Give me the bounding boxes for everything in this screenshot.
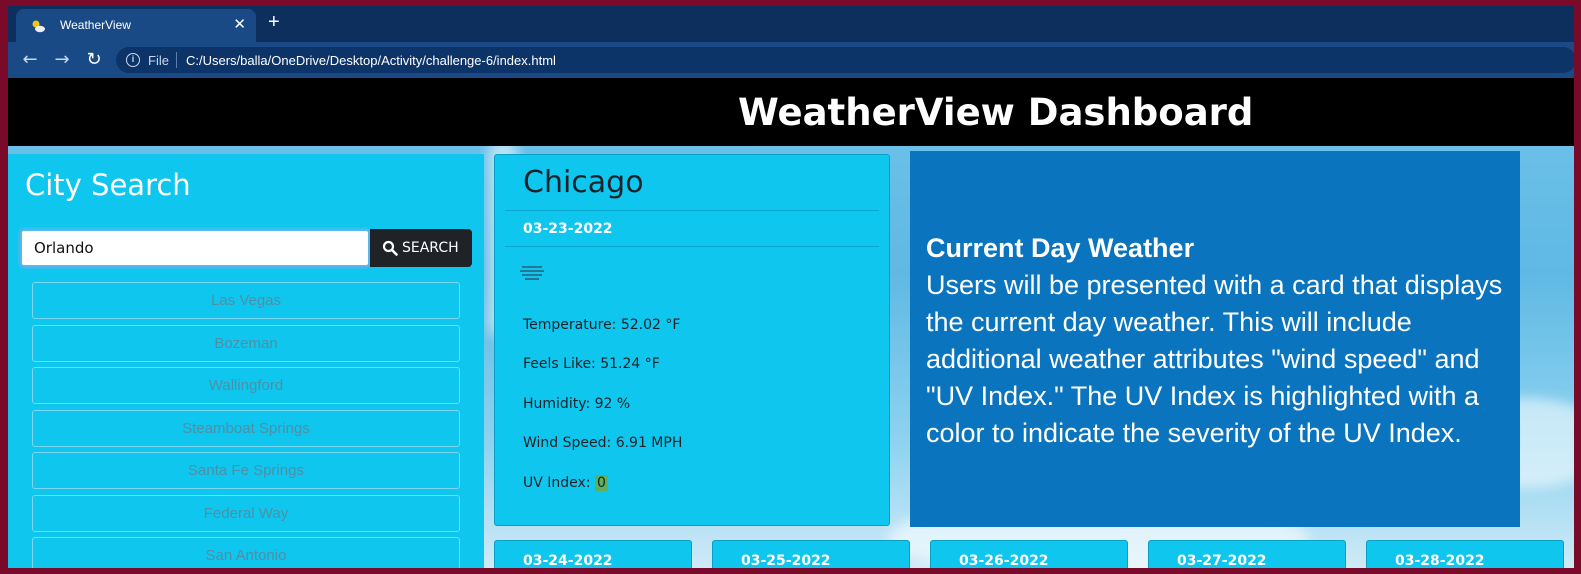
address-separator [176, 52, 177, 68]
forward-arrow-icon[interactable]: → [52, 50, 72, 70]
card-divider [505, 210, 879, 211]
search-history-list: Las Vegas Bozeman Wallingford Steamboat … [32, 282, 460, 568]
forecast-date: 03-28-2022 [1395, 553, 1485, 568]
forecast-date: 03-24-2022 [523, 553, 613, 568]
file-label: File [148, 53, 169, 68]
uv-index-row: UV Index: 0 [523, 475, 608, 491]
history-city-button[interactable]: San Antonio [32, 537, 460, 568]
forecast-card: 03-28-2022 [1366, 540, 1564, 568]
info-description: Users will be presented with a card that… [926, 270, 1503, 448]
history-city-button[interactable]: Wallingford [32, 367, 460, 404]
tab-title: WeatherView [60, 18, 131, 32]
city-search-title: City Search [25, 168, 191, 202]
address-bar[interactable]: i File C:/Users/balla/OneDrive/Desktop/A… [116, 47, 1574, 73]
weather-favicon-icon [32, 20, 45, 33]
current-date: 03-23-2022 [523, 221, 613, 237]
new-tab-icon[interactable]: + [268, 11, 280, 34]
info-heading: Current Day Weather [926, 233, 1195, 263]
url-text[interactable]: C:/Users/balla/OneDrive/Desktop/Activity… [186, 53, 556, 68]
search-button-label: SEARCH [402, 240, 459, 256]
forecast-card: 03-26-2022 [930, 540, 1128, 568]
forecast-card: 03-27-2022 [1148, 540, 1346, 568]
history-city-button[interactable]: Steamboat Springs [32, 409, 460, 447]
city-search-input[interactable] [20, 229, 370, 267]
wind-speed-text: Wind Speed: 6.91 MPH [523, 435, 683, 451]
card-divider [505, 246, 879, 247]
history-city-button[interactable]: Santa Fe Springs [32, 452, 460, 489]
history-city-button[interactable]: Bozeman [32, 324, 460, 362]
current-weather-card: Chicago 03-23-2022 Temperature: 52.02 °F… [494, 154, 890, 526]
reload-icon[interactable]: ↻ [84, 50, 104, 70]
feels-like-text: Feels Like: 51.24 °F [523, 356, 660, 372]
forecast-card: 03-24-2022 [494, 540, 692, 568]
fog-icon [520, 266, 544, 280]
search-button[interactable]: SEARCH [370, 229, 472, 267]
history-city-button[interactable]: Federal Way [32, 494, 460, 532]
info-icon[interactable]: i [126, 53, 140, 67]
uv-index-badge: 0 [594, 475, 608, 491]
browser-tab[interactable]: WeatherView ✕ [16, 9, 256, 42]
forecast-card: 03-25-2022 [712, 540, 910, 568]
forecast-date: 03-27-2022 [1177, 553, 1267, 568]
forecast-date: 03-25-2022 [741, 553, 831, 568]
browser-toolbar: ← → ↻ i File C:/Users/balla/OneDrive/Des… [8, 42, 1574, 78]
search-icon [382, 240, 398, 256]
forecast-date: 03-26-2022 [959, 553, 1049, 568]
feature-info-panel: Current Day Weather Users will be presen… [910, 151, 1520, 527]
tab-strip: WeatherView ✕ + [8, 6, 1574, 42]
browser-window: WeatherView ✕ + ← → ↻ i File C:/Users/ba… [8, 6, 1574, 568]
current-city-name: Chicago [523, 165, 644, 200]
humidity-text: Humidity: 92 % [523, 396, 631, 412]
page-title: WeatherView Dashboard [738, 91, 1254, 134]
page-header: WeatherView Dashboard [8, 78, 1574, 146]
page-content: WeatherView Dashboard City Search SEARCH… [8, 78, 1574, 568]
uv-index-label: UV Index: [523, 475, 595, 491]
city-search-panel: City Search SEARCH Las Vegas Bozeman Wal… [8, 154, 484, 568]
temperature-text: Temperature: 52.02 °F [523, 317, 681, 333]
close-tab-icon[interactable]: ✕ [233, 15, 246, 33]
history-city-button[interactable]: Las Vegas [32, 282, 460, 319]
back-arrow-icon[interactable]: ← [20, 50, 40, 70]
